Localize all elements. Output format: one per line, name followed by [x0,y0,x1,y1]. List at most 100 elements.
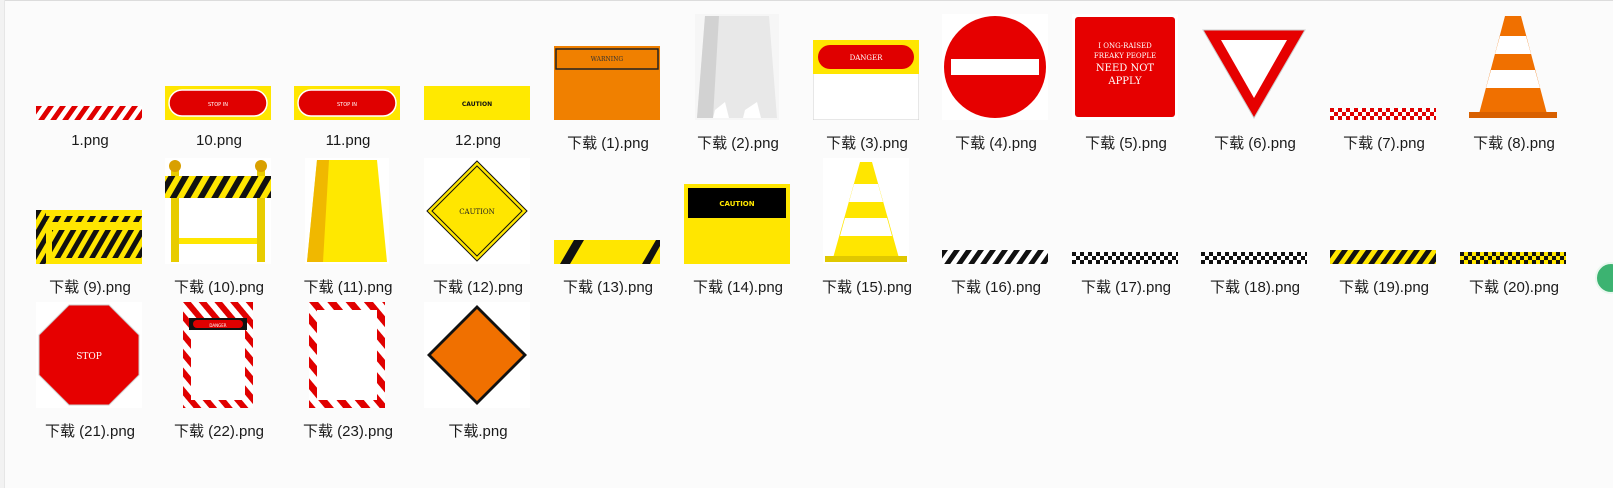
file-name: 下载 (16).png [950,279,1042,296]
file-item[interactable]: 下载 (15).png [807,152,927,296]
file-name: 下载.png [448,423,508,440]
black-white-stripe-bar-icon [940,158,1050,264]
white-a-frame-board-icon [682,14,792,120]
svg-text:WARNING: WARNING [591,56,624,63]
no-entry-sign-icon [940,14,1050,120]
red-white-stripe-bar-icon [34,14,144,120]
file-item[interactable]: 下载 (20).png [1454,152,1574,296]
yellow-black-barrier-icon [34,158,144,264]
file-item[interactable]: 下载 (10).png [159,152,279,296]
svg-text:NEED NOT: NEED NOT [1096,63,1154,74]
left-pane-edge [0,0,5,488]
red-notice-sign-icon: I ONG-RAISED FREAKY PEOPLE NEED NOT APPL… [1070,14,1180,120]
file-item[interactable]: STOP IN 10.png [159,8,279,149]
file-name: 下载 (12).png [432,279,524,296]
window-top-border [0,0,1613,1]
red-pill-on-yellow-sign-icon: STOP IN [292,14,402,120]
file-name: 下载 (14).png [692,279,784,296]
yellow-gate-barrier-icon [163,158,273,264]
caution-board-icon: CAUTION [682,158,792,264]
file-item[interactable]: CAUTION 下载 (12).png [418,152,538,296]
file-item[interactable]: 下载 (18).png [1195,152,1315,296]
file-item[interactable]: 下载 (19).png [1324,152,1444,296]
red-white-frame-icon [292,302,402,408]
file-name: 下载 (1).png [567,135,649,152]
caution-yellow-bar-icon: CAUTION [422,14,532,120]
file-name: 下载 (9).png [49,279,131,296]
file-name: 下载 (2).png [697,135,779,152]
file-item[interactable]: 下载 (4).png [936,8,1056,152]
svg-text:STOP IN: STOP IN [208,102,228,108]
file-name: 下载 (17).png [1080,279,1172,296]
file-item[interactable]: 下载 (23).png [288,296,408,440]
danger-sign-icon: DANGER [811,14,921,120]
file-name: 下载 (23).png [302,423,394,440]
red-checker-bar-icon [1328,14,1438,120]
file-name: 12.png [455,132,501,149]
file-item[interactable]: DANGER 下载 (3).png [807,8,927,152]
file-name: 10.png [196,132,242,149]
file-item[interactable]: STOP IN 11.png [288,8,408,149]
svg-text:CAUTION: CAUTION [462,101,492,108]
file-name: 下载 (22).png [173,423,265,440]
svg-text:STOP: STOP [76,352,102,362]
orange-diamond-sign-icon [422,302,532,408]
svg-text:CAUTION: CAUTION [719,200,754,208]
file-item[interactable]: 下载 (11).png [288,152,408,296]
orange-traffic-cone-icon [1458,14,1568,120]
svg-text:CAUTION: CAUTION [459,208,495,216]
file-name: 下载 (19).png [1338,279,1430,296]
file-item[interactable]: 下载 (16).png [936,152,1056,296]
file-name: 下载 (18).png [1209,279,1301,296]
file-item[interactable]: 下载 (6).png [1195,8,1315,152]
file-item[interactable]: WARNING 下载 (1).png [548,8,668,152]
file-name: 1.png [71,132,109,149]
file-item[interactable]: 1.png [30,8,150,149]
yellow-traffic-cone-icon [811,158,921,264]
file-item[interactable]: 下载.png [418,296,538,440]
file-name: 下载 (5).png [1085,135,1167,152]
file-item[interactable]: CAUTION 下载 (14).png [678,152,798,296]
file-name: 下载 (8).png [1473,135,1555,152]
file-item[interactable]: 下载 (17).png [1066,152,1186,296]
svg-text:STOP IN: STOP IN [337,102,357,108]
svg-text:FREAKY PEOPLE: FREAKY PEOPLE [1094,52,1156,60]
black-checker-bar-icon [1199,158,1309,264]
file-name: 下载 (6).png [1214,135,1296,152]
file-item[interactable]: 下载 (2).png [678,8,798,152]
file-item[interactable]: 下载 (9).png [30,152,150,296]
file-name: 下载 (13).png [562,279,654,296]
file-name: 下载 (3).png [826,135,908,152]
yellow-black-stripe-bar-icon [1328,158,1438,264]
svg-text:DANGER: DANGER [850,54,883,62]
file-item[interactable]: 下载 (13).png [548,152,668,296]
file-item[interactable]: STOP 下载 (21).png [30,296,150,440]
yellow-a-frame-board-icon [292,158,402,264]
file-item[interactable]: CAUTION 12.png [418,8,538,149]
file-name: 下载 (15).png [821,279,913,296]
svg-text:DANGER: DANGER [209,323,226,328]
black-checker-bar-icon [1070,158,1180,264]
file-name: 下载 (21).png [44,423,136,440]
yellow-black-checker-bar-icon [1458,158,1568,264]
file-name: 下载 (10).png [173,279,265,296]
file-name: 11.png [325,132,371,149]
caution-diamond-sign-icon: CAUTION [422,158,532,264]
orange-warning-board-icon: WARNING [552,14,662,120]
file-item[interactable]: 下载 (8).png [1454,8,1574,152]
file-name: 下载 (4).png [955,135,1037,152]
file-grid: 1.png STOP IN 10.png STOP IN 11.png CAUT… [30,8,1613,478]
svg-text:I ONG-RAISED: I ONG-RAISED [1098,42,1152,50]
file-name: 下载 (11).png [303,279,393,296]
file-name: 下载 (7).png [1343,135,1425,152]
red-white-frame-with-label-icon: DANGER [163,302,273,408]
file-item[interactable]: 下载 (7).png [1324,8,1444,152]
svg-text:APPLY: APPLY [1107,76,1142,87]
yield-sign-icon [1199,14,1309,120]
stop-sign-icon: STOP [34,302,144,408]
file-item[interactable]: I ONG-RAISED FREAKY PEOPLE NEED NOT APPL… [1066,8,1186,152]
red-pill-on-yellow-sign-icon: STOP IN [163,14,273,120]
file-item[interactable]: DANGER 下载 (22).png [159,296,279,440]
file-name: 下载 (20).png [1468,279,1560,296]
yellow-black-stripe-bar-icon [552,158,662,264]
